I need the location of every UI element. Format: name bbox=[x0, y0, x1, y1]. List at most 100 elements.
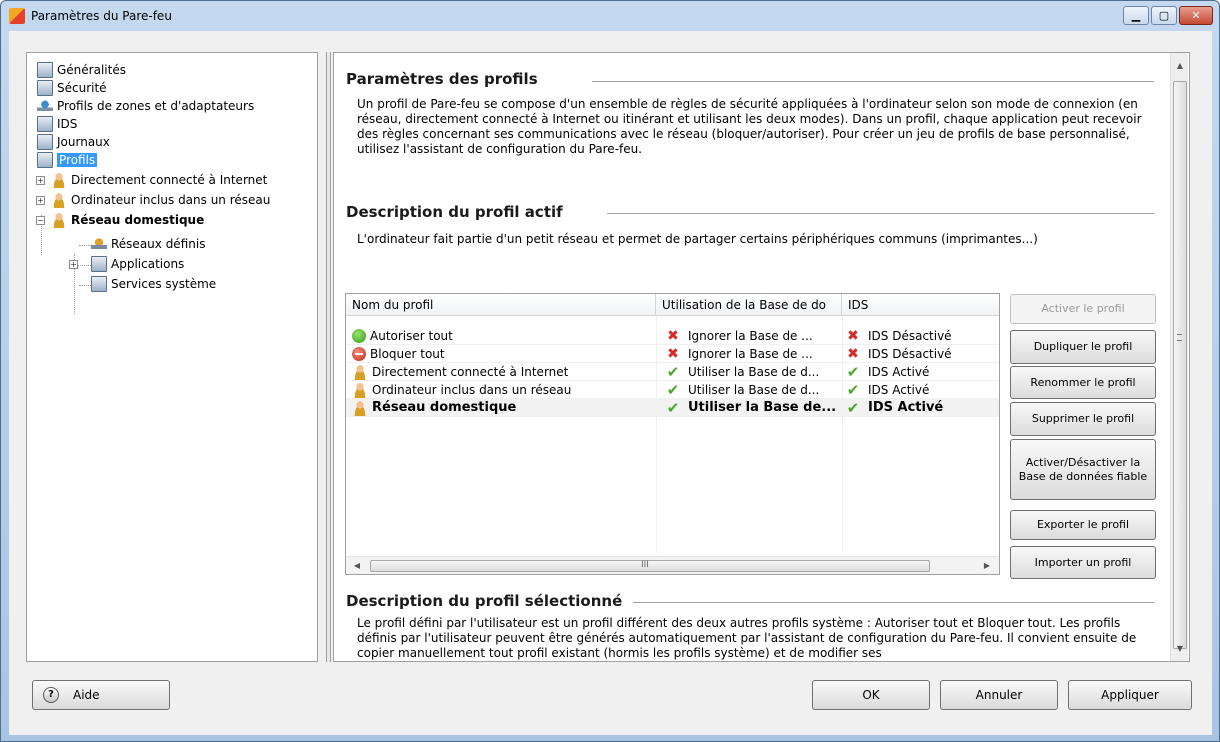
close-icon: ✕ bbox=[1191, 9, 1201, 22]
network-icon bbox=[37, 98, 53, 114]
profiles-description: Un profil de Pare-feu se compose d'un en… bbox=[357, 97, 1142, 156]
rename-profile-button[interactable]: Renommer le profil bbox=[1010, 366, 1156, 399]
table-horizontal-scrollbar[interactable]: ◀ III ▶ bbox=[346, 556, 999, 574]
column-header-ids[interactable]: IDS bbox=[842, 294, 999, 316]
duplicate-profile-button[interactable]: Dupliquer le profil bbox=[1010, 330, 1156, 364]
section-divider bbox=[607, 213, 1154, 214]
scrollbar-thumb[interactable]: III bbox=[370, 560, 930, 572]
apply-button[interactable]: Appliquer bbox=[1068, 680, 1192, 710]
database-status: Utiliser la Base de d... bbox=[688, 365, 820, 379]
minimize-button[interactable]: ▁ bbox=[1123, 6, 1149, 25]
ids-status: IDS Activé bbox=[868, 365, 930, 379]
activate-profile-button[interactable]: Activer le profil bbox=[1010, 294, 1156, 324]
help-icon: ? bbox=[43, 687, 59, 703]
tree-item-label: Réseau domestique bbox=[71, 213, 205, 227]
selected-profile-description: Le profil défini par l'utilisateur est u… bbox=[357, 616, 1137, 660]
check-icon: ✔ bbox=[666, 399, 680, 417]
database-status: Utiliser la Base de... bbox=[688, 400, 837, 415]
document-icon bbox=[37, 134, 53, 150]
table-row-selected[interactable]: Réseau domestique ✔ Utiliser la Base de..… bbox=[346, 399, 999, 417]
tree-item-label: Profils bbox=[57, 153, 98, 167]
ids-status: IDS Activé bbox=[868, 383, 930, 397]
title-bar[interactable]: Paramètres du Pare-feu ▁ ▢ ✕ bbox=[1, 1, 1219, 31]
tree-item-zone-profiles[interactable]: Profils de zones et d'adaptateurs bbox=[37, 97, 254, 115]
user-icon bbox=[352, 364, 368, 380]
table-row[interactable]: Autoriser tout ✖ Ignorer la Base de ... ✖… bbox=[346, 327, 999, 345]
database-status: Ignorer la Base de ... bbox=[688, 347, 813, 361]
database-status: Utiliser la Base de d... bbox=[688, 383, 820, 397]
grip-icon bbox=[1177, 334, 1182, 341]
scroll-up-icon[interactable]: ▲ bbox=[1173, 59, 1187, 73]
tree-item-system-services[interactable]: Services système bbox=[91, 275, 216, 293]
table-row[interactable]: Bloquer tout ✖ Ignorer la Base de ... ✖ ID… bbox=[346, 345, 999, 363]
settings-tree[interactable]: Généralités Sécurité Profils de zones et… bbox=[26, 52, 318, 662]
tree-item-network-computer[interactable]: Ordinateur inclus dans un réseau bbox=[51, 191, 270, 209]
check-icon: ✔ bbox=[846, 381, 860, 399]
tree-item-journaux[interactable]: Journaux bbox=[37, 133, 110, 151]
close-button[interactable]: ✕ bbox=[1179, 6, 1213, 25]
active-profile-description: L'ordinateur fait partie d'un petit rése… bbox=[357, 232, 1038, 246]
ignore-x-icon: ✖ bbox=[667, 346, 679, 362]
maximize-button[interactable]: ▢ bbox=[1151, 6, 1177, 25]
import-profile-button[interactable]: Importer un profil bbox=[1010, 546, 1156, 579]
document-icon bbox=[91, 256, 107, 272]
content-vertical-scrollbar[interactable]: ▲ ▼ bbox=[1170, 53, 1188, 661]
tree-item-generalites[interactable]: Généralités bbox=[37, 61, 126, 79]
export-profile-button[interactable]: Exporter le profil bbox=[1010, 510, 1156, 540]
profile-name: Autoriser tout bbox=[370, 329, 453, 343]
ids-status: IDS Désactivé bbox=[868, 347, 952, 361]
column-header-profile-name[interactable]: Nom du profil bbox=[346, 294, 656, 316]
cancel-button[interactable]: Annuler bbox=[940, 680, 1058, 710]
user-icon bbox=[51, 192, 67, 208]
tree-item-label: Ordinateur inclus dans un réseau bbox=[71, 193, 271, 207]
scroll-right-icon[interactable]: ▶ bbox=[980, 559, 994, 573]
scroll-left-icon[interactable]: ◀ bbox=[350, 559, 364, 573]
tree-item-label: Applications bbox=[111, 257, 185, 271]
profiles-table[interactable]: Nom du profil Utilisation de la Base de … bbox=[345, 293, 1000, 575]
document-icon bbox=[37, 152, 53, 168]
ok-button[interactable]: OK bbox=[812, 680, 930, 710]
document-icon bbox=[37, 80, 53, 96]
help-button[interactable]: ? Aide bbox=[32, 680, 170, 710]
column-header-database[interactable]: Utilisation de la Base de do bbox=[656, 294, 842, 316]
document-icon bbox=[37, 62, 53, 78]
tree-item-label: Journaux bbox=[57, 135, 110, 149]
disabled-x-icon: ✖ bbox=[847, 328, 859, 344]
minimize-icon: ▁ bbox=[1131, 9, 1141, 22]
expand-button[interactable]: + bbox=[69, 260, 78, 269]
tree-item-home-network[interactable]: Réseau domestique bbox=[51, 211, 204, 229]
maximize-icon: ▢ bbox=[1158, 9, 1170, 22]
tree-guide bbox=[79, 245, 91, 246]
collapse-button[interactable]: − bbox=[36, 216, 45, 225]
scrollbar-thumb[interactable] bbox=[1173, 81, 1187, 649]
window-title: Paramètres du Pare-feu bbox=[31, 9, 172, 23]
tree-item-securite[interactable]: Sécurité bbox=[37, 79, 107, 97]
user-icon bbox=[352, 382, 368, 398]
section-divider bbox=[592, 81, 1154, 82]
check-icon: ✔ bbox=[666, 381, 680, 399]
table-row[interactable]: Ordinateur inclus dans un réseau ✔ Utilis… bbox=[346, 381, 999, 399]
tree-item-label: Réseaux définis bbox=[111, 237, 206, 251]
check-icon: ✔ bbox=[846, 399, 860, 417]
table-row[interactable]: Directement connecté à Internet ✔ Utilise… bbox=[346, 363, 999, 381]
tree-item-direct-internet[interactable]: Directement connecté à Internet bbox=[51, 171, 267, 189]
pane-splitter[interactable] bbox=[326, 52, 331, 662]
profiles-section-title: Paramètres des profils bbox=[346, 70, 538, 88]
profile-name: Bloquer tout bbox=[370, 347, 445, 361]
ignore-x-icon: ✖ bbox=[667, 328, 679, 344]
document-icon bbox=[37, 116, 53, 132]
expand-button[interactable]: + bbox=[36, 196, 45, 205]
profile-name: Directement connecté à Internet bbox=[372, 365, 569, 379]
tree-item-defined-networks[interactable]: Réseaux définis bbox=[91, 235, 205, 253]
ids-status: IDS Désactivé bbox=[868, 329, 952, 343]
delete-profile-button[interactable]: Supprimer le profil bbox=[1010, 402, 1156, 436]
expand-button[interactable]: + bbox=[36, 176, 45, 185]
toggle-trusted-database-button[interactable]: Activer/Désactiver la Base de données fi… bbox=[1010, 439, 1156, 500]
tree-item-profils[interactable]: Profils bbox=[37, 151, 98, 169]
scroll-down-icon[interactable]: ▼ bbox=[1173, 642, 1187, 656]
profile-name: Ordinateur inclus dans un réseau bbox=[372, 383, 572, 397]
document-icon bbox=[91, 276, 107, 292]
tree-item-ids[interactable]: IDS bbox=[37, 115, 77, 133]
tree-item-label: Profils de zones et d'adaptateurs bbox=[57, 99, 255, 113]
tree-item-applications[interactable]: Applications bbox=[91, 255, 184, 273]
